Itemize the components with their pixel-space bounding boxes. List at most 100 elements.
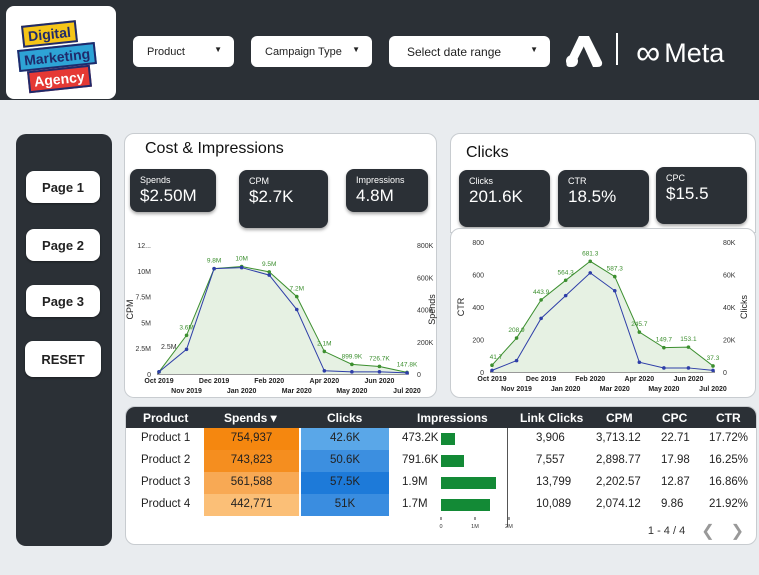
kpi-label: Clicks <box>469 176 493 186</box>
data-point <box>637 330 642 334</box>
data-point <box>563 293 568 298</box>
col-clicks[interactable]: Clicks <box>327 411 362 425</box>
x-tick-label: Jun 2020 <box>673 376 703 383</box>
data-point <box>711 364 715 368</box>
col-ctr[interactable]: CTR <box>716 411 741 425</box>
axis-tick-label: 0 <box>439 524 442 530</box>
kpi-value: 201.6K <box>469 187 523 206</box>
kpi-value: $15.5 <box>666 184 709 203</box>
col-impressions[interactable]: Impressions <box>417 411 488 425</box>
data-point <box>612 274 617 279</box>
date-range-dropdown[interactable]: Select date range ▼ <box>389 36 550 67</box>
reset-button[interactable]: RESET <box>25 341 101 377</box>
data-point <box>239 265 244 270</box>
x-tick-label: Mar 2020 <box>600 386 630 393</box>
data-label: 3.6M <box>179 324 193 331</box>
top-header: Digital Marketing Agency Product ▼ Campa… <box>0 0 759 100</box>
data-point <box>711 368 715 373</box>
y-left-tick: 2.5M <box>135 346 151 353</box>
y-right-tick: 60K <box>723 273 736 280</box>
kpi-label: Impressions <box>356 175 405 185</box>
cell-product: Product 3 <box>141 476 191 488</box>
chevron-down-icon: ▼ <box>214 45 222 54</box>
col-spends[interactable]: Spends ▾ <box>224 411 277 425</box>
data-point <box>514 336 519 340</box>
page-2-button[interactable]: Page 2 <box>26 229 100 261</box>
data-point <box>294 294 299 299</box>
table-row: Product 4 442,771 51K 1.7M 10,089 2,074.… <box>126 494 756 516</box>
data-label: 2.5M <box>161 344 177 351</box>
campaign-type-label: Campaign Type <box>265 45 342 58</box>
data-label: 10M <box>235 256 248 263</box>
cell-link-clicks: 13,799 <box>536 476 572 488</box>
table-header: Product Spends ▾ Clicks Impressions Link… <box>126 407 756 428</box>
campaign-type-dropdown[interactable]: Campaign Type ▼ <box>251 36 372 67</box>
data-point <box>490 368 494 373</box>
product-filter-dropdown[interactable]: Product ▼ <box>133 36 234 67</box>
x-tick-label: Jul 2020 <box>393 388 421 395</box>
data-point <box>662 366 666 370</box>
data-point <box>377 370 382 374</box>
y-right-tick: 20K <box>723 338 736 345</box>
data-point <box>686 366 691 370</box>
data-label: 208.9 <box>508 327 525 334</box>
data-point <box>405 371 409 375</box>
data-label: 9.8M <box>207 258 221 265</box>
cell-clicks: 57.5K <box>301 472 389 494</box>
page-1-button[interactable]: Page 1 <box>26 171 100 203</box>
data-point <box>267 270 272 274</box>
data-point <box>662 345 666 350</box>
chevron-left-icon[interactable]: ❮ <box>701 521 714 541</box>
series-area <box>492 261 713 372</box>
cell-impressions: 791.6K <box>402 454 439 466</box>
kpi-value: $2.50M <box>140 186 197 205</box>
impressions-bar <box>441 499 490 511</box>
meta-infinity-icon: ∞ <box>636 34 661 72</box>
cell-clicks: 50.6K <box>301 450 389 472</box>
data-point <box>490 363 494 368</box>
page-3-button[interactable]: Page 3 <box>26 285 100 317</box>
data-label: 153.1 <box>680 336 697 343</box>
data-point <box>157 370 161 374</box>
x-tick-label: May 2020 <box>648 386 679 393</box>
cell-cpc: 12.87 <box>661 476 690 488</box>
y-left-tick: 7.5M <box>135 295 151 302</box>
data-point <box>322 368 327 373</box>
table-divider <box>507 428 508 527</box>
pagination: 1 - 4 / 4 ❮ ❯ <box>648 521 744 541</box>
data-label: 41.7 <box>490 354 503 361</box>
col-product[interactable]: Product <box>143 411 188 425</box>
x-tick-label: Apr 2020 <box>310 378 340 385</box>
x-tick-label: Nov 2019 <box>501 386 532 393</box>
data-point <box>350 370 354 374</box>
cost-impressions-title: Cost & Impressions <box>145 140 284 157</box>
meta-logo: ∞ Meta <box>636 34 724 73</box>
chevron-right-icon[interactable]: ❯ <box>731 521 744 541</box>
x-tick-label: Mar 2020 <box>282 388 312 395</box>
cell-link-clicks: 10,089 <box>536 498 572 510</box>
product-table: Product Spends ▾ Clicks Impressions Link… <box>125 406 757 545</box>
col-cpm[interactable]: CPM <box>606 411 633 425</box>
product-filter-label: Product <box>147 45 185 58</box>
data-point <box>588 259 593 264</box>
cell-product: Product 2 <box>141 454 191 466</box>
col-cpc[interactable]: CPC <box>662 411 687 425</box>
y-left-tick: 12... <box>137 243 151 250</box>
data-point <box>612 288 617 293</box>
chevron-down-icon: ▼ <box>530 45 538 54</box>
data-point <box>350 362 354 367</box>
axis-tick-label: 2M <box>505 524 513 530</box>
cell-ctr: 21.92% <box>709 498 749 510</box>
kpi-label: CTR <box>568 176 587 186</box>
kpi-clicks: Clicks 201.6K <box>459 170 550 227</box>
cell-clicks: 51K <box>301 494 389 516</box>
data-point <box>267 273 272 277</box>
x-tick-label: Oct 2019 <box>477 376 506 383</box>
data-point <box>184 333 189 338</box>
data-label: 726.7K <box>369 355 390 362</box>
y-left-tick: 800 <box>472 240 484 247</box>
cell-link-clicks: 3,906 <box>536 432 565 444</box>
kpi-spends: Spends $2.50M <box>130 169 216 212</box>
col-link-clicks[interactable]: Link Clicks <box>520 411 583 425</box>
x-tick-label: Dec 2019 <box>526 376 556 383</box>
